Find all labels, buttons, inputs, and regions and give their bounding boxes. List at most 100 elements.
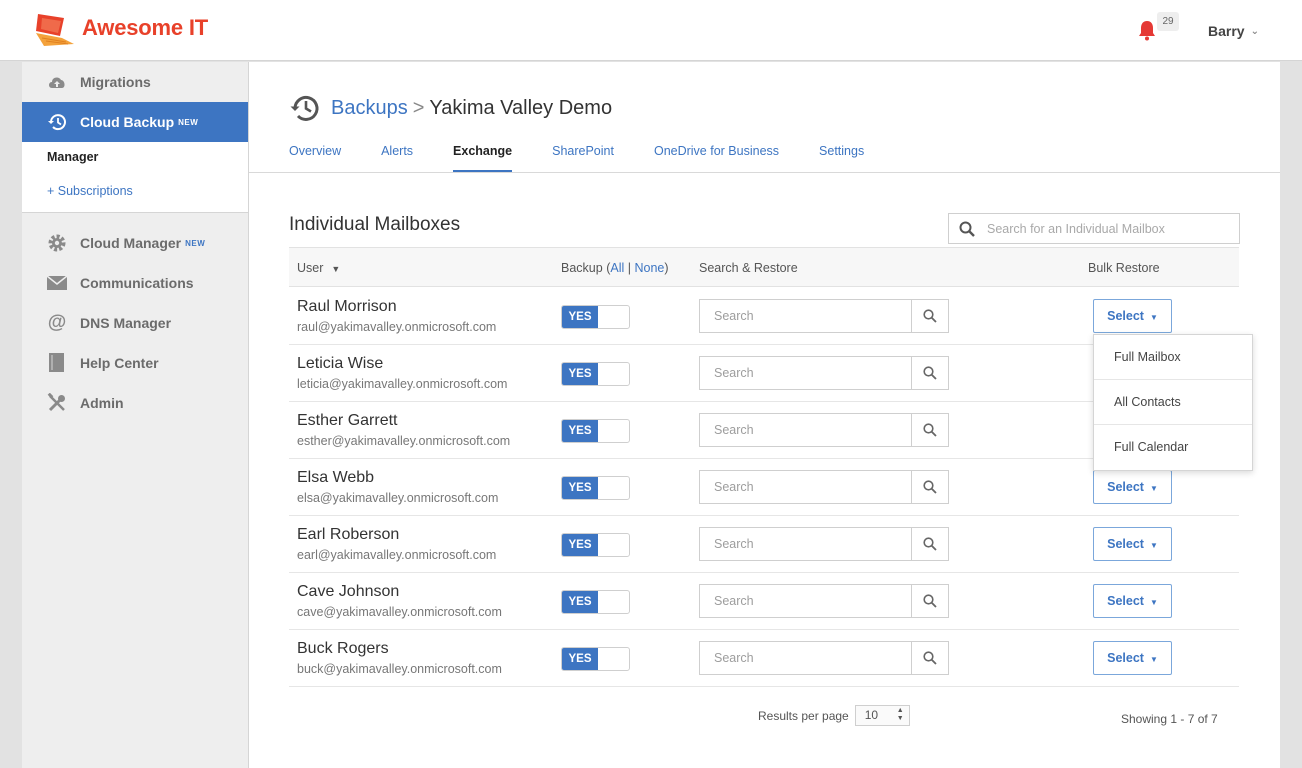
sidebar-item-admin[interactable]: Admin	[22, 383, 248, 423]
column-header-user-label: User	[297, 261, 324, 275]
user-email: leticia@yakimavalley.onmicrosoft.com	[297, 377, 508, 391]
row-search-input[interactable]	[700, 642, 911, 674]
menu-item-full-calendar[interactable]: Full Calendar	[1094, 425, 1252, 470]
sidebar-item-migrations[interactable]: Migrations	[22, 62, 248, 102]
bulk-restore-select-button[interactable]: Select ▼	[1093, 299, 1172, 333]
backup-toggle[interactable]: YES	[561, 419, 630, 443]
user-email: esther@yakimavalley.onmicrosoft.com	[297, 434, 511, 448]
backup-toggle[interactable]: YES	[561, 533, 630, 557]
toggle-yes-label: YES	[562, 648, 598, 670]
sidebar-item-communications[interactable]: Communications	[22, 263, 248, 303]
tab-sharepoint[interactable]: SharePoint	[552, 142, 614, 172]
column-header-backup: Backup (All | None)	[561, 261, 669, 275]
user-name: Buck Rogers	[297, 640, 389, 657]
sidebar-subitem-manager[interactable]: Manager	[47, 150, 248, 168]
new-badge: NEW	[185, 238, 206, 248]
envelope-icon	[46, 272, 68, 294]
tab-alerts[interactable]: Alerts	[381, 142, 413, 172]
toggle-yes-label: YES	[562, 363, 598, 385]
row-search-button[interactable]	[911, 357, 948, 389]
tab-overview[interactable]: Overview	[289, 142, 341, 172]
user-menu[interactable]: Barry ⌄	[1208, 23, 1259, 39]
column-header-bulk-restore: Bulk Restore	[1088, 261, 1160, 275]
breadcrumb-separator: >	[412, 96, 425, 119]
breadcrumb: Backups > Yakima Valley Demo	[289, 92, 612, 124]
toggle-yes-label: YES	[562, 534, 598, 556]
user-email: buck@yakimavalley.onmicrosoft.com	[297, 662, 502, 676]
select-label: Select	[1107, 480, 1144, 494]
gear-icon	[46, 232, 68, 254]
top-bar: Awesome IT 29 Barry ⌄	[0, 0, 1302, 61]
bulk-restore-select-button[interactable]: Select ▼	[1093, 641, 1172, 675]
sidebar-submenu: Manager + Subscriptions	[22, 142, 248, 213]
backup-toggle[interactable]: YES	[561, 590, 630, 614]
backup-toggle[interactable]: YES	[561, 362, 630, 386]
table-header: User ▼ Backup (All | None) Search & Resto…	[289, 247, 1239, 287]
row-search-button[interactable]	[911, 471, 948, 503]
history-icon	[290, 95, 319, 121]
bulk-restore-select-button[interactable]: Select ▼	[1093, 470, 1172, 504]
sidebar-item-cloud-backup[interactable]: Cloud Backup NEW	[22, 102, 248, 142]
breadcrumb-backups-link[interactable]: Backups	[331, 97, 408, 120]
sidebar-item-dns-manager[interactable]: @ DNS Manager	[22, 303, 248, 343]
user-name: Leticia Wise	[297, 355, 384, 372]
user-name: Esther Garrett	[297, 412, 398, 429]
row-search	[699, 299, 949, 333]
tab-exchange[interactable]: Exchange	[453, 142, 513, 172]
sidebar-item-label: Cloud Manager	[80, 235, 182, 251]
backup-all-link[interactable]: All	[610, 261, 624, 275]
sidebar-subitem-subscriptions[interactable]: + Subscriptions	[47, 184, 248, 202]
pagination-status: Showing 1 - 7 of 7	[1121, 712, 1218, 726]
page-title: Yakima Valley Demo	[429, 96, 613, 119]
menu-item-full-mailbox[interactable]: Full Mailbox	[1094, 335, 1252, 380]
row-search-input[interactable]	[700, 357, 911, 389]
row-search-input[interactable]	[700, 300, 911, 332]
backup-toggle[interactable]: YES	[561, 476, 630, 500]
laptop-logo-icon[interactable]	[34, 12, 76, 48]
row-search-button[interactable]	[911, 528, 948, 560]
user-name: Elsa Webb	[297, 469, 375, 486]
sidebar-item-cloud-manager[interactable]: Cloud Manager NEW	[22, 223, 248, 263]
row-search-button[interactable]	[911, 585, 948, 617]
sidebar-item-help-center[interactable]: Help Center	[22, 343, 248, 383]
row-search-button[interactable]	[911, 300, 948, 332]
user-name: Cave Johnson	[297, 583, 400, 600]
user-name: Earl Roberson	[297, 526, 400, 543]
updown-arrows-icon: ▲ ▼	[896, 707, 904, 722]
table-row: Cave Johnson cave@yakimavalley.onmicroso…	[289, 573, 1239, 630]
tab-settings[interactable]: Settings	[819, 142, 864, 172]
search-icon	[923, 537, 937, 551]
row-search	[699, 356, 949, 390]
at-sign-icon: @	[47, 312, 67, 333]
search-icon	[923, 366, 937, 380]
row-search-input[interactable]	[700, 585, 911, 617]
chevron-down-icon: ⌄	[1250, 25, 1259, 37]
row-search	[699, 527, 949, 561]
tab-onedrive-for-business[interactable]: OneDrive for Business	[654, 142, 779, 172]
row-search-button[interactable]	[911, 642, 948, 674]
row-search	[699, 470, 949, 504]
column-header-backup-label: Backup	[561, 261, 603, 275]
backup-none-link[interactable]: None	[634, 261, 664, 275]
table-row: Buck Rogers buck@yakimavalley.onmicrosof…	[289, 630, 1239, 687]
results-per-page-select[interactable]: 10 ▲ ▼	[854, 705, 910, 726]
column-header-user[interactable]: User ▼	[297, 261, 340, 275]
backup-toggle[interactable]: YES	[561, 305, 630, 329]
row-search-input[interactable]	[700, 528, 911, 560]
mailbox-search-input[interactable]	[987, 221, 1227, 236]
menu-item-all-contacts[interactable]: All Contacts	[1094, 380, 1252, 425]
row-search-button[interactable]	[911, 414, 948, 446]
cloud-upload-icon	[46, 71, 68, 93]
row-search-input[interactable]	[700, 471, 911, 503]
bell-icon[interactable]	[1136, 19, 1158, 41]
row-search	[699, 641, 949, 675]
row-search-input[interactable]	[700, 414, 911, 446]
sidebar-item-label: Migrations	[80, 74, 151, 90]
bulk-restore-select-button[interactable]: Select ▼	[1093, 584, 1172, 618]
toggle-yes-label: YES	[562, 420, 598, 442]
sidebar-item-label: DNS Manager	[80, 315, 172, 331]
bulk-restore-select-button[interactable]: Select ▼	[1093, 527, 1172, 561]
search-icon	[923, 309, 937, 323]
backup-toggle[interactable]: YES	[561, 647, 630, 671]
brand-name[interactable]: Awesome IT	[82, 15, 208, 41]
